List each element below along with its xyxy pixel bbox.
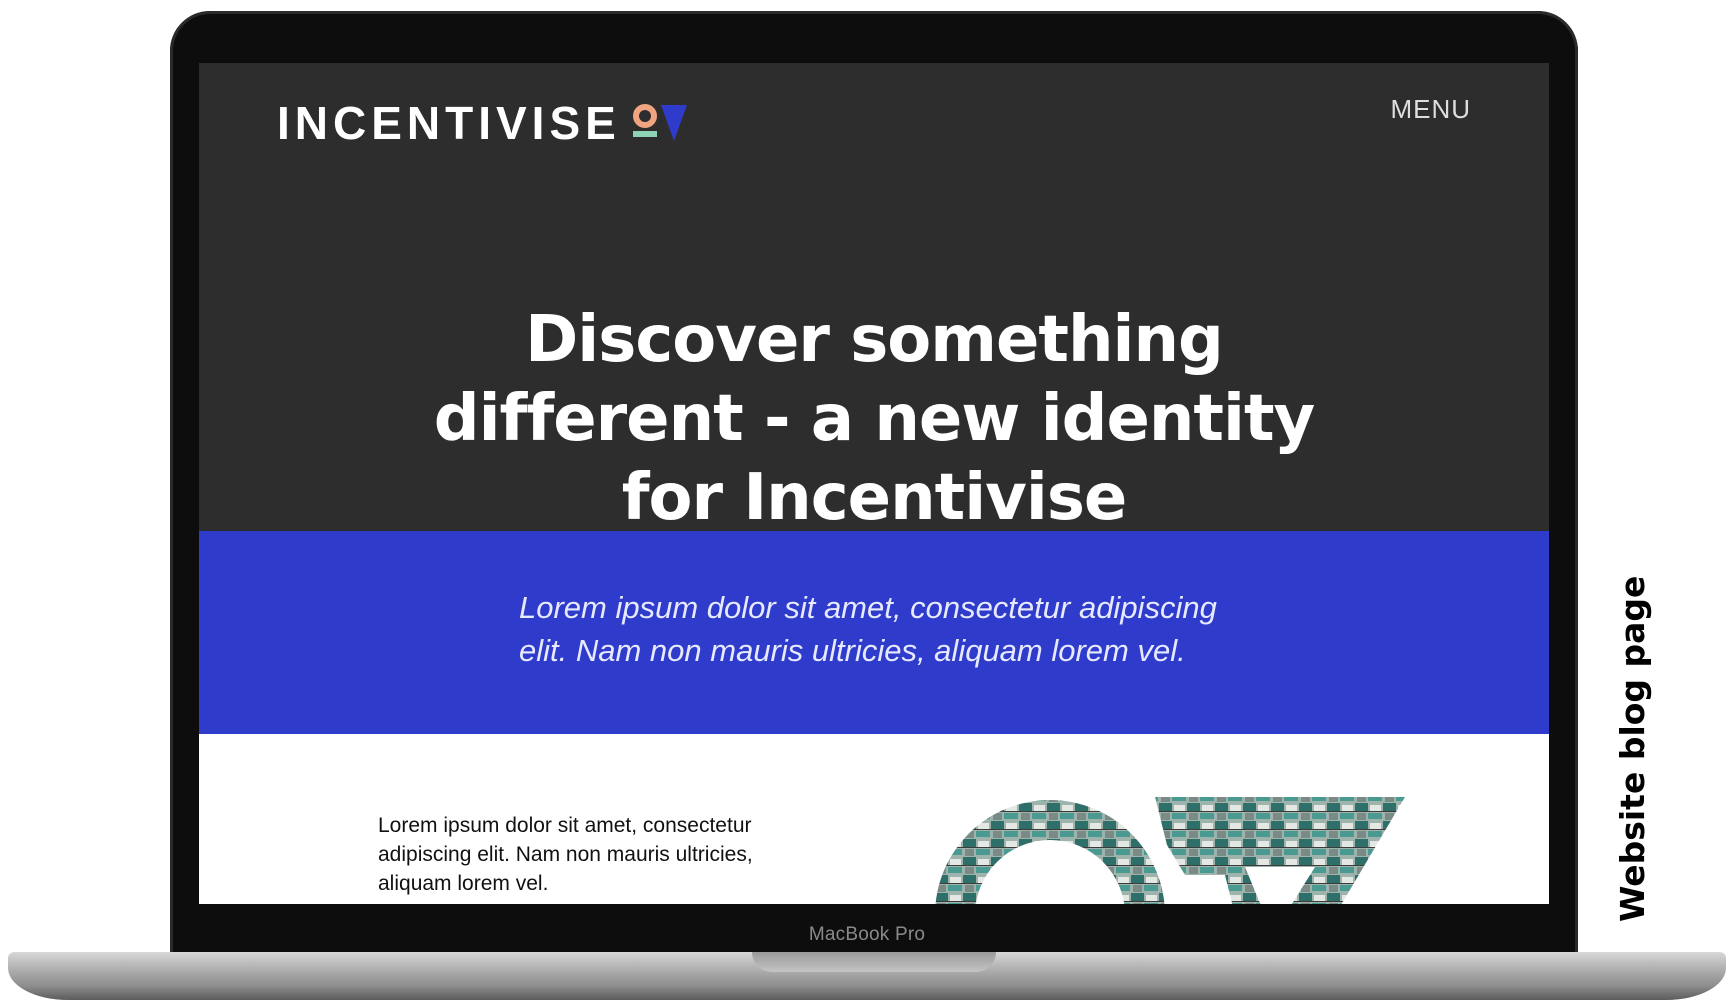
hero-title: Discover something different - a new ide… xyxy=(433,303,1316,535)
menu-button[interactable]: MENU xyxy=(1390,94,1471,125)
content-paragraph: Lorem ipsum dolor sit amet, consectetur … xyxy=(378,814,753,895)
intro-band: Lorem ipsum dolor sit amet, consectetur … xyxy=(199,531,1549,734)
building-logo-graphic xyxy=(935,785,1405,904)
intro-text: Lorem ipsum dolor sit amet, consectetur … xyxy=(519,590,1217,668)
logo-mark-icon xyxy=(631,101,689,145)
laptop-base-notch xyxy=(752,952,996,972)
logo-wordmark: INCENTIVISE xyxy=(277,97,621,149)
side-caption: Website blog page xyxy=(1613,575,1652,922)
device-model-label: MacBook Pro xyxy=(808,924,926,945)
content-section: Lorem ipsum dolor sit amet, consectetur … xyxy=(199,734,1549,904)
site-header: INCENTIVISE MENU xyxy=(199,63,1549,171)
laptop-screen: INCENTIVISE MENU Discover something diff… xyxy=(199,63,1549,904)
site-logo[interactable]: INCENTIVISE xyxy=(277,98,689,148)
